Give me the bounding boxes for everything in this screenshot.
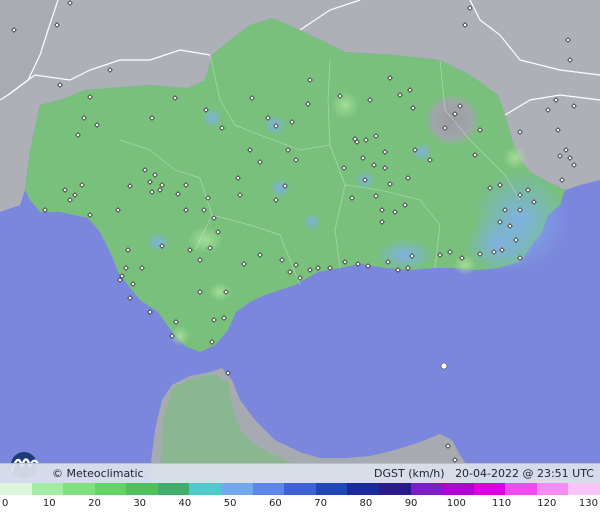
legend-tick-label: 0 <box>2 498 9 509</box>
variable-unit: (km/h) <box>408 467 445 480</box>
legend-ticks: 0 10 20 30 40 50 60 70 80 90 100 110 120 130 <box>0 495 600 517</box>
legend-tick-label: 130 <box>578 498 598 509</box>
legend-swatch <box>94 483 127 495</box>
legend-tick-label: 120 <box>537 498 557 509</box>
legend-tick-label: 20 <box>88 498 101 509</box>
info-bar: © Meteoclimatic DGST (km/h) 20-04-2022 @… <box>0 463 600 483</box>
legend-swatch <box>505 483 537 495</box>
legend-swatch <box>473 483 506 495</box>
legend-tick-label: 50 <box>223 498 237 509</box>
variable-name: DGST <box>374 467 405 480</box>
legend-swatch <box>221 483 253 495</box>
legend-tick-label: 80 <box>359 498 373 509</box>
legend-tick-label: 100 <box>446 498 466 509</box>
color-legend: 0 10 20 30 40 50 60 70 80 90 100 110 120 130 <box>0 483 600 517</box>
legend-tick-label: 40 <box>178 498 192 509</box>
legend-swatch <box>410 483 443 495</box>
alboran-island <box>440 362 448 370</box>
legend-swatch <box>31 483 64 495</box>
legend-tick-label: 30 <box>133 498 147 509</box>
legend-swatch <box>0 483 32 495</box>
legend-swatch <box>284 483 316 495</box>
legend-swatch <box>347 483 379 495</box>
legend-swatch <box>252 483 285 495</box>
wind-gust-map <box>0 0 600 517</box>
legend-swatch <box>189 483 222 495</box>
map-caption: DGST (km/h) 20-04-2022 @ 23:51 UTC <box>374 467 594 480</box>
timestamp: 20-04-2022 @ 23:51 UTC <box>455 467 594 480</box>
legend-tick-label: 70 <box>314 498 327 509</box>
legend-swatch <box>536 483 569 495</box>
copyright-symbol: © <box>52 467 63 480</box>
legend-color-bar <box>0 483 600 495</box>
legend-swatch <box>442 483 474 495</box>
brand-label: © Meteoclimatic <box>52 467 144 480</box>
legend-swatch <box>378 483 411 495</box>
legend-tick-label: 110 <box>491 498 512 509</box>
legend-swatch <box>315 483 348 495</box>
legend-swatch <box>157 483 190 495</box>
legend-swatch <box>63 483 95 495</box>
legend-tick-label: 10 <box>42 498 56 509</box>
legend-swatch <box>126 483 158 495</box>
brand-name: Meteoclimatic <box>66 467 144 480</box>
legend-swatch <box>568 483 600 495</box>
legend-tick-label: 60 <box>269 498 282 509</box>
legend-tick-label: 90 <box>404 498 418 509</box>
